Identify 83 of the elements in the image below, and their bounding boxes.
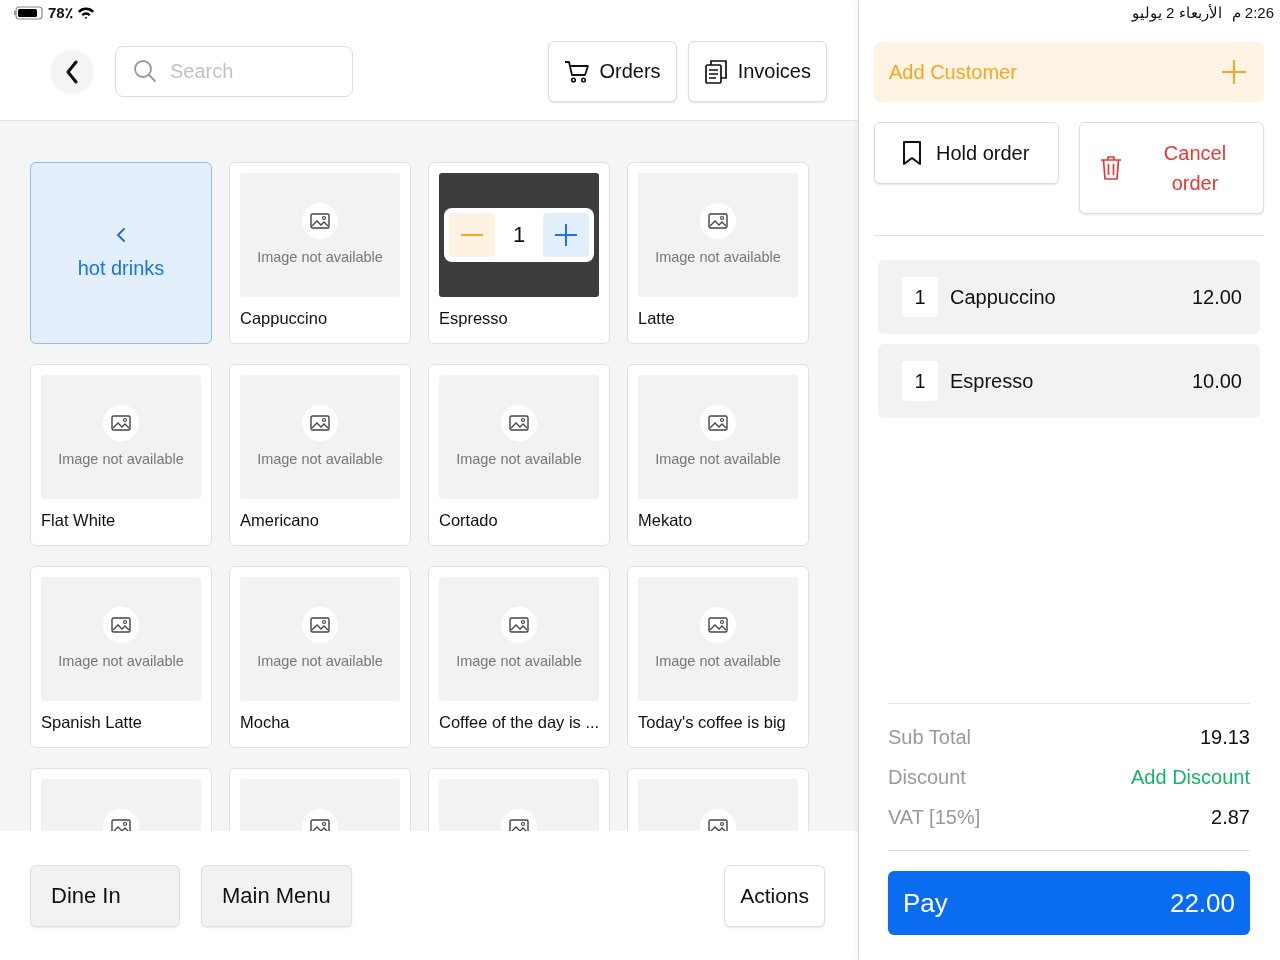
image-unavailable-text: Image not available [58, 653, 184, 669]
image-icon [302, 607, 338, 643]
line-price: 10.00 [1191, 369, 1242, 393]
image-unavailable-text: Image not available [456, 451, 582, 467]
total-label: Sub Total [888, 725, 972, 749]
pay-button[interactable]: Pay 22.00 [888, 871, 1250, 935]
product-card[interactable]: Image not available Mocha [229, 566, 411, 748]
invoices-button[interactable]: Invoices [687, 41, 827, 102]
search-field[interactable]: Search [115, 46, 353, 97]
product-card[interactable]: Image not available Today's coffee is big [627, 566, 809, 748]
product-name: Mocha [240, 713, 291, 732]
total-value: 2.87 [1211, 805, 1250, 829]
category-card[interactable]: hot drinks [30, 162, 212, 344]
battery-icon [14, 5, 44, 20]
battery-percentage: 78٪ [48, 3, 73, 22]
image-unavailable-text: Image not available [257, 249, 383, 265]
image-icon [302, 405, 338, 441]
product-name: Cortado [439, 511, 499, 530]
product-card[interactable]: Image not available Flat White [30, 364, 212, 546]
product-name: Flat White [41, 511, 117, 530]
documents-icon [703, 58, 728, 85]
total-label: VAT [15%] [888, 805, 981, 829]
minus-icon [461, 233, 483, 237]
search-icon [133, 59, 157, 83]
product-name: Spanish Latte [41, 713, 143, 732]
product-card[interactable]: Image not available Spanish Latte [30, 566, 212, 748]
image-unavailable-text: Image not available [257, 451, 383, 467]
chevron-left-icon [116, 226, 126, 243]
total-label: Discount [888, 765, 966, 789]
line-quantity: 1 [902, 277, 938, 317]
image-unavailable-text: Image not available [456, 653, 582, 669]
plus-icon [1222, 60, 1246, 84]
image-icon [103, 607, 139, 643]
image-icon [501, 405, 537, 441]
product-name: Americano [240, 511, 320, 530]
status-time: 2:26 م [1231, 3, 1274, 22]
line-name: Espresso [950, 369, 1035, 393]
hold-order-button[interactable]: Hold order [874, 122, 1059, 184]
image-unavailable-text: Image not available [257, 653, 383, 669]
product-name: Today's coffee is big [638, 713, 787, 732]
product-card[interactable]: Image not available Latte [627, 162, 809, 344]
order-type-button[interactable]: Main Menu [201, 864, 352, 927]
trash-icon [1100, 155, 1122, 181]
image-icon [700, 607, 736, 643]
product-card[interactable]: 1 Espresso [428, 162, 610, 344]
increase-button[interactable] [543, 213, 589, 257]
image-icon [302, 203, 338, 239]
cart-icon [563, 59, 590, 84]
back-button[interactable] [50, 49, 94, 94]
quantity-value: 1 [512, 222, 526, 248]
product-card[interactable]: Image not available Coffee of the day is ... [428, 566, 610, 748]
plus-icon [555, 224, 577, 246]
decrease-button[interactable] [449, 213, 495, 257]
image-icon [103, 405, 139, 441]
bookmark-icon [902, 140, 922, 166]
product-name: Espresso [439, 309, 509, 328]
actions-button[interactable]: Actions [724, 864, 825, 927]
image-unavailable-text: Image not available [655, 653, 781, 669]
total-value: 19.13 [1199, 725, 1250, 749]
order-type-button[interactable]: Dine In [30, 864, 180, 927]
product-name: Coffee of the day is ... [439, 713, 599, 732]
product-card[interactable]: Image not available Americano [229, 364, 411, 546]
product-card[interactable]: Image not available Mekato [627, 364, 809, 546]
product-name: Mekato [638, 511, 694, 530]
image-unavailable-text: Image not available [58, 451, 184, 467]
status-date: الأربعاء 2 يوليو [1131, 3, 1222, 22]
image-unavailable-text: Image not available [655, 249, 781, 265]
image-icon [700, 405, 736, 441]
line-price: 12.00 [1191, 285, 1242, 309]
product-name: Cappuccino [240, 309, 329, 328]
product-name: Latte [638, 309, 676, 328]
category-name: hot drinks [77, 256, 165, 280]
cancel-order-button[interactable]: Cancel order [1079, 122, 1264, 214]
wifi-icon [76, 5, 95, 20]
product-card[interactable]: Image not available Cortado [428, 364, 610, 546]
chevron-left-icon [65, 59, 79, 84]
image-icon [700, 203, 736, 239]
product-card[interactable]: Image not available Cappuccino [229, 162, 411, 344]
image-icon [501, 607, 537, 643]
line-quantity: 1 [902, 361, 938, 401]
image-unavailable-text: Image not available [655, 451, 781, 467]
line-name: Cappuccino [950, 285, 1057, 309]
orders-button[interactable]: Orders [547, 41, 677, 102]
